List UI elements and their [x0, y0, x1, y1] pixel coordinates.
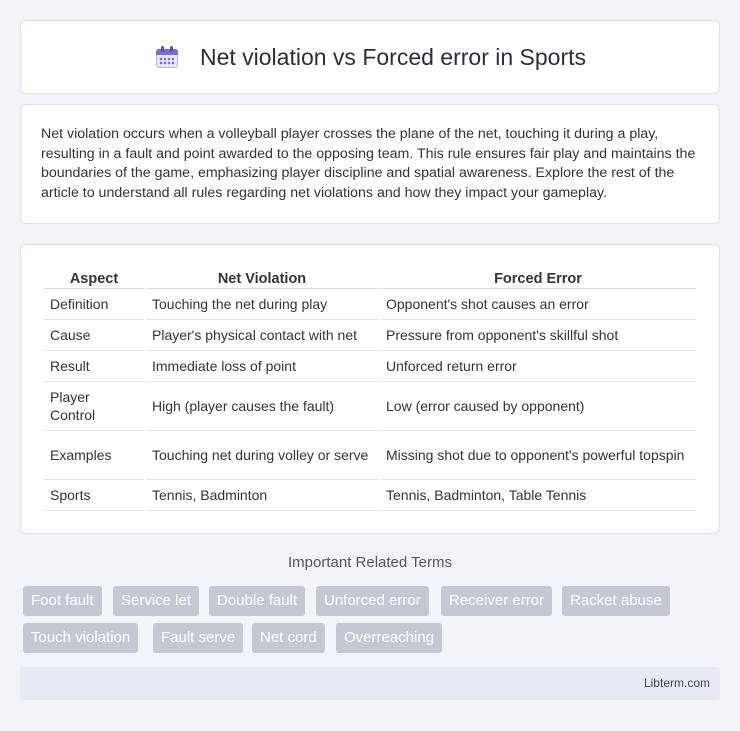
- net-violation-cell: Touching the net during play: [146, 289, 378, 320]
- tag-touch-violation[interactable]: Touch violation: [23, 623, 139, 653]
- forced-error-cell: Low (error caused by opponent): [380, 382, 696, 431]
- table-row: Cause Player's physical contact with net…: [44, 320, 696, 351]
- tag-receiver-error[interactable]: Receiver error: [441, 586, 553, 616]
- related-terms-title: Important Related Terms: [288, 554, 452, 571]
- aspect-cell: Sports: [44, 480, 144, 511]
- intro-card: Net violation occurs when a volleyball p…: [20, 104, 720, 224]
- table-header-row: Aspect Net Violation Forced Error: [44, 265, 696, 289]
- tag-overreaching[interactable]: Overreaching: [336, 623, 443, 653]
- table-row: Sports Tennis, Badminton Tennis, Badmint…: [44, 480, 696, 511]
- net-violation-cell: Touching net during volley or serve: [146, 431, 378, 480]
- header-aspect: Aspect: [44, 265, 144, 289]
- header-net-violation: Net Violation: [146, 265, 378, 289]
- header-forced-error: Forced Error: [380, 265, 696, 289]
- table-row: Examples Touching net during volley or s…: [44, 431, 696, 480]
- page-title: Net violation vs Forced error in Sports: [199, 43, 587, 70]
- forced-error-cell: Tennis, Badminton, Table Tennis: [380, 480, 696, 511]
- aspect-cell: Player Control: [44, 382, 144, 431]
- title-card: Net violation vs Forced error in Sports: [20, 20, 720, 94]
- table-row: Result Immediate loss of point Unforced …: [44, 351, 696, 382]
- tag-fault-serve[interactable]: Fault serve: [153, 623, 244, 653]
- aspect-cell: Definition: [44, 289, 144, 320]
- aspect-cell: Examples: [44, 431, 144, 480]
- net-violation-cell: Tennis, Badminton: [146, 480, 378, 511]
- tag-racket-abuse[interactable]: Racket abuse: [562, 586, 670, 616]
- tag-service-let[interactable]: Service let: [113, 586, 200, 616]
- footer: Libterm.com: [20, 667, 720, 700]
- tag-double-fault[interactable]: Double fault: [209, 586, 306, 616]
- comparison-card: Aspect Net Violation Forced Error Defini…: [20, 244, 720, 534]
- intro-text: Net violation occurs when a volleyball p…: [41, 126, 696, 201]
- tag-unforced-error[interactable]: Unforced error: [316, 586, 429, 616]
- table-row: Definition Touching the net during play …: [44, 289, 696, 320]
- footer-site-link[interactable]: Libterm.com: [644, 676, 710, 690]
- aspect-cell: Cause: [44, 320, 144, 351]
- forced-error-cell: Opponent's shot causes an error: [380, 289, 696, 320]
- net-violation-cell: Immediate loss of point: [146, 351, 378, 382]
- forced-error-cell: Pressure from opponent's skillful shot: [380, 320, 696, 351]
- tag-foot-fault[interactable]: Foot fault: [23, 586, 102, 616]
- net-violation-cell: Player's physical contact with net: [146, 320, 378, 351]
- table-row: Player Control High (player causes the f…: [44, 382, 696, 431]
- calendar-icon: [154, 44, 180, 70]
- aspect-cell: Result: [44, 351, 144, 382]
- comparison-table: Aspect Net Violation Forced Error Defini…: [42, 265, 698, 511]
- tag-net-cord[interactable]: Net cord: [252, 623, 325, 653]
- net-violation-cell: High (player causes the fault): [146, 382, 378, 431]
- forced-error-cell: Missing shot due to opponent's powerful …: [380, 431, 696, 480]
- forced-error-cell: Unforced return error: [380, 351, 696, 382]
